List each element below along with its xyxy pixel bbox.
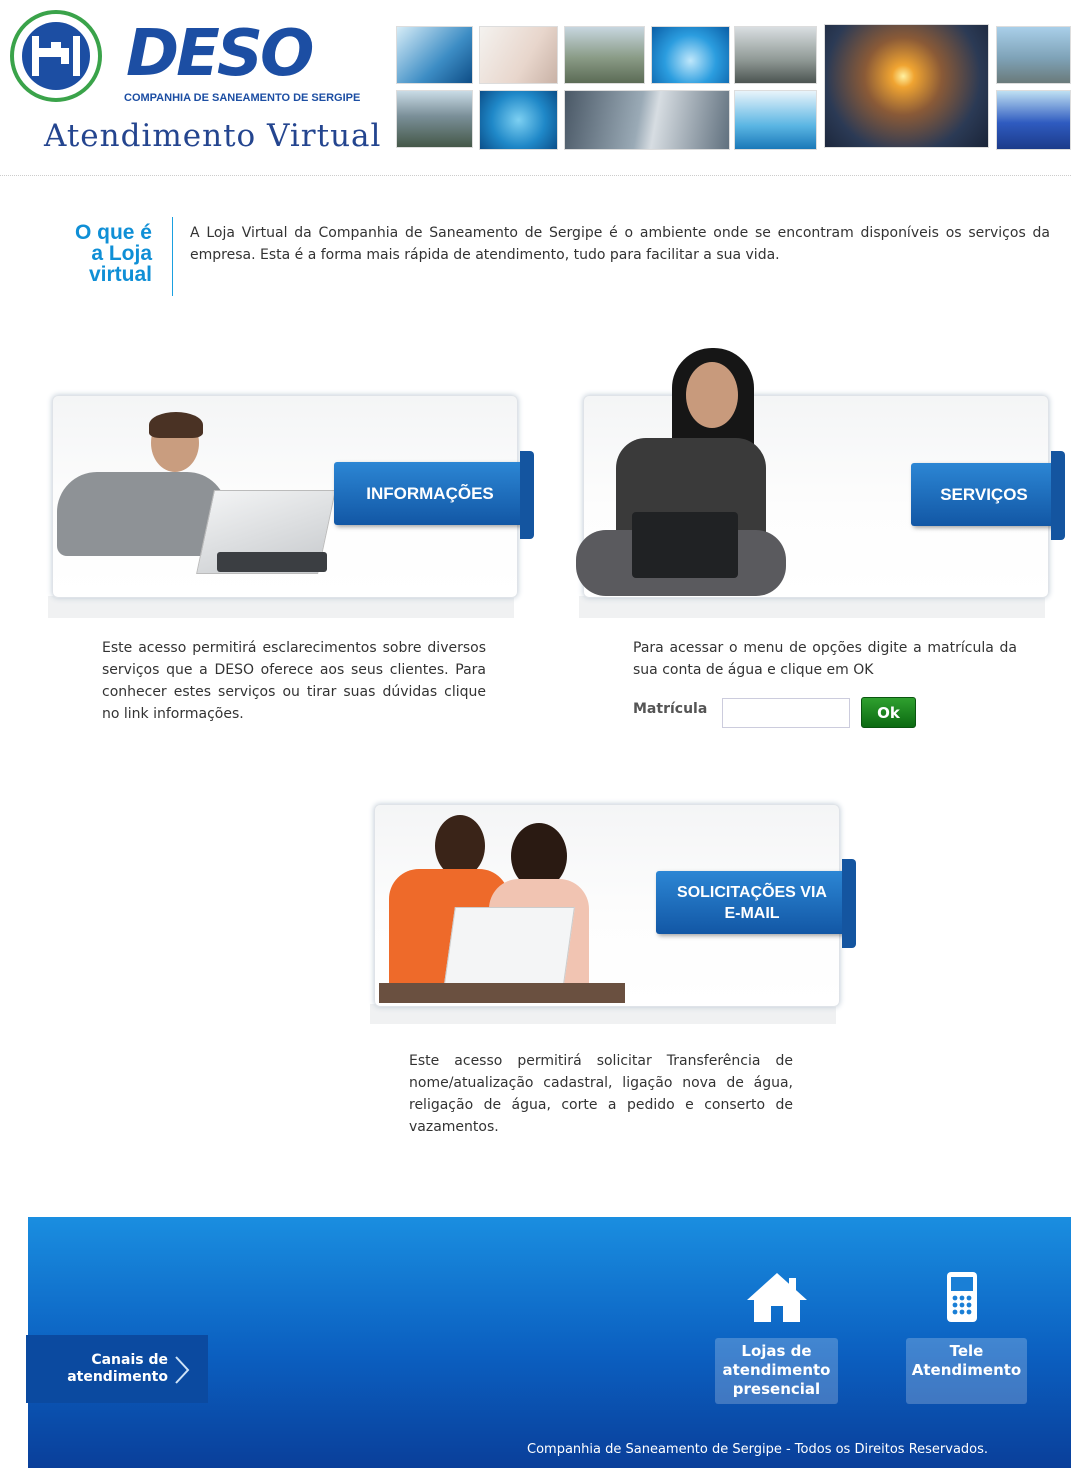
intro-title-line: a Loja	[91, 242, 152, 265]
photo-man-laptop	[57, 412, 336, 582]
solicitacoes-email-button[interactable]: SOLICITAÇÕES VIA E-MAIL	[656, 871, 848, 934]
ok-button[interactable]: Ok	[861, 697, 916, 728]
informacoes-button[interactable]: INFORMAÇÕES	[334, 462, 526, 525]
intro-text: A Loja Virtual da Companhia de Saneament…	[190, 225, 1050, 263]
photo-glass-water	[734, 90, 817, 150]
intro-title-line: O que é	[74, 221, 152, 244]
tab-fold	[1051, 451, 1065, 540]
photo-plant	[734, 26, 817, 84]
company-name: COMPANHIA DE SANEAMENTO DE SERGIPE	[124, 92, 361, 104]
photo-water-splash	[396, 26, 473, 84]
lojas-atendimento-button[interactable]: Lojas de atendimento presencial	[715, 1338, 838, 1404]
logo-wordmark: DESO	[126, 17, 314, 91]
lojas-label-line: atendimento	[722, 1361, 831, 1379]
servicos-button[interactable]: SERVIÇOS	[911, 463, 1057, 526]
card-shadow	[579, 596, 1045, 618]
lojas-label-line: presencial	[732, 1380, 821, 1398]
tab-fold	[520, 451, 534, 539]
photo-couple-laptop	[379, 811, 625, 1003]
canais-label-line: Canais de	[91, 1352, 168, 1368]
photo-columns	[996, 90, 1071, 150]
tele-atendimento-button[interactable]: Tele Atendimento	[906, 1338, 1027, 1404]
house-icon[interactable]	[745, 1270, 809, 1324]
canais-atendimento-button[interactable]: Canais de atendimento	[26, 1335, 208, 1403]
photo-worker	[996, 26, 1071, 84]
mobile-phone-icon[interactable]	[944, 1270, 980, 1324]
photo-water-ripples	[479, 90, 558, 150]
photo-woman-laptop	[576, 346, 796, 598]
tele-label-line: Atendimento	[911, 1361, 1022, 1379]
informacoes-description: Este acesso permitirá esclarecimentos so…	[102, 640, 486, 722]
tab-fold	[842, 859, 856, 948]
page-subtitle: Atendimento Virtual	[44, 118, 382, 154]
header: DESO COMPANHIA DE SANEAMENTO DE SERGIPE …	[0, 0, 1071, 175]
photo-city	[564, 26, 645, 84]
matricula-input[interactable]	[722, 698, 850, 728]
photo-sunset	[824, 24, 989, 148]
solicitacoes-label-line: SOLICITAÇÕES VIA	[677, 883, 827, 901]
intro-title-line: virtual	[88, 263, 152, 286]
logo-tap-icon-inner	[22, 22, 90, 90]
canais-label-line: atendimento	[67, 1369, 168, 1385]
header-photo-collage	[396, 24, 1071, 152]
tele-label-line: Tele	[949, 1342, 984, 1360]
photo-water-drop	[651, 26, 730, 84]
copyright-text: Companhia de Saneamento de Sergipe - Tod…	[527, 1442, 989, 1457]
photo-pier	[564, 90, 730, 150]
photo-lake	[396, 90, 473, 148]
photo-woman-drinking	[479, 26, 558, 84]
servicos-description: Para acessar o menu de opções digite a m…	[633, 640, 1017, 678]
solicitacoes-label-line: E-MAIL	[724, 904, 780, 922]
card-shadow	[370, 1004, 836, 1024]
lojas-label-line: Lojas de	[741, 1342, 812, 1360]
chevron-right-icon	[175, 1356, 190, 1384]
matricula-label: Matrícula	[633, 701, 708, 717]
card-shadow	[48, 596, 514, 618]
intro-title: O que é a Loja virtual	[56, 222, 152, 285]
intro-divider	[172, 217, 173, 296]
header-divider	[0, 175, 1071, 176]
solicitacoes-description: Este acesso permitirá solicitar Transfer…	[409, 1053, 793, 1135]
